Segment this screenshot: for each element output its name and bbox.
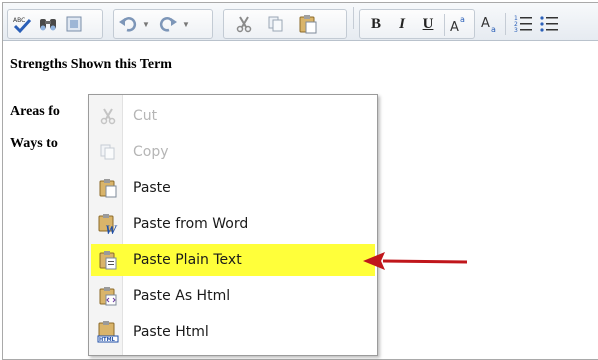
toolbar-separator <box>353 7 354 29</box>
menu-item-label: Paste As Html <box>133 288 231 304</box>
svg-text:A: A <box>450 20 459 34</box>
select-all-button[interactable] <box>62 12 86 36</box>
content-line-strengths[interactable]: Strengths Shown this Term <box>10 57 172 73</box>
ordered-list-icon: 1 2 3 <box>514 15 532 33</box>
menu-item-label: Paste Html <box>133 324 209 340</box>
svg-text:a: a <box>491 25 496 33</box>
spellcheck-button[interactable]: ABC <box>10 12 34 36</box>
chevron-down-icon: ▼ <box>142 19 150 29</box>
svg-text:W: W <box>105 222 118 235</box>
context-menu: Cut Copy Paste W Paste from Word Paste P… <box>88 94 378 356</box>
svg-text:3: 3 <box>514 27 518 33</box>
paste-icon <box>97 177 119 199</box>
toolbar-separator <box>505 13 506 35</box>
svg-text:ABC: ABC <box>13 17 25 24</box>
copy-button[interactable] <box>264 12 288 36</box>
ordered-list-button[interactable]: 1 2 3 <box>511 11 535 35</box>
undo-icon <box>119 17 137 32</box>
scissors-icon <box>236 16 252 33</box>
toolbar-group-format: B I U A a <box>359 9 475 39</box>
italic-icon: I <box>399 15 405 32</box>
spellcheck-icon: ABC <box>13 17 32 34</box>
superscript-button[interactable]: A a <box>448 12 472 36</box>
undo-button[interactable] <box>116 12 140 36</box>
copy-icon <box>97 141 119 163</box>
undo-dropdown[interactable]: ▼ <box>140 12 152 36</box>
redo-icon <box>159 17 177 32</box>
bold-icon: B <box>370 15 381 32</box>
menu-item-label: Copy <box>133 144 169 160</box>
chevron-down-icon: ▼ <box>182 19 190 29</box>
binoculars-icon <box>40 19 56 31</box>
superscript-icon: A a <box>450 15 465 34</box>
paste-icon <box>299 15 317 34</box>
annotation-arrow <box>363 252 468 270</box>
svg-text:A: A <box>481 16 490 31</box>
unordered-list-icon <box>540 16 558 32</box>
paste-from-word-icon: W <box>97 213 119 235</box>
svg-text:HTML: HTML <box>99 337 116 343</box>
toolbar-group-history: ▼ ▼ <box>113 9 213 39</box>
underline-icon: U <box>422 15 434 32</box>
toolbar-separator <box>444 14 445 36</box>
select-all-icon <box>66 16 82 32</box>
redo-dropdown[interactable]: ▼ <box>180 12 192 36</box>
toolbar-group-clipboard <box>223 9 347 39</box>
menu-item-label: Paste <box>133 180 171 196</box>
paste-button[interactable] <box>296 12 320 36</box>
toolbar-group-tools: ABC <box>7 9 103 39</box>
paste-html-icon: HTML <box>97 321 119 343</box>
italic-button[interactable]: I <box>390 12 414 36</box>
cut-icon <box>97 105 119 127</box>
menu-item-label: Cut <box>133 108 158 124</box>
menu-item-paste-html[interactable]: HTML Paste Html <box>91 316 375 348</box>
svg-text:a: a <box>460 15 465 24</box>
find-button[interactable] <box>36 12 60 36</box>
redo-button[interactable] <box>156 12 180 36</box>
menu-item-paste-from-word[interactable]: W Paste from Word <box>91 208 375 240</box>
unordered-list-button[interactable] <box>537 11 561 35</box>
editor-toolbar: ABC ▼ ▼ B I U A a A a 1 2 3 <box>3 3 598 41</box>
bold-button[interactable]: B <box>364 12 388 36</box>
underline-button[interactable]: U <box>416 12 440 36</box>
menu-item-copy[interactable]: Copy <box>91 136 375 168</box>
menu-item-paste-as-html[interactable]: Paste As Html <box>91 280 375 312</box>
paste-plain-text-icon <box>97 249 119 271</box>
menu-item-label: Paste from Word <box>133 216 249 232</box>
menu-item-label: Paste Plain Text <box>133 252 242 268</box>
menu-item-paste[interactable]: Paste <box>91 172 375 204</box>
paste-as-html-icon <box>97 285 119 307</box>
copy-icon <box>268 16 283 32</box>
subscript-icon: A a <box>481 16 496 33</box>
menu-item-paste-plain-text[interactable]: Paste Plain Text <box>91 244 375 276</box>
cut-button[interactable] <box>232 12 256 36</box>
content-line-areas[interactable]: Areas fo <box>10 104 60 120</box>
content-line-ways[interactable]: Ways to <box>10 136 58 152</box>
menu-item-cut[interactable]: Cut <box>91 100 375 132</box>
subscript-button[interactable]: A a <box>479 11 503 35</box>
